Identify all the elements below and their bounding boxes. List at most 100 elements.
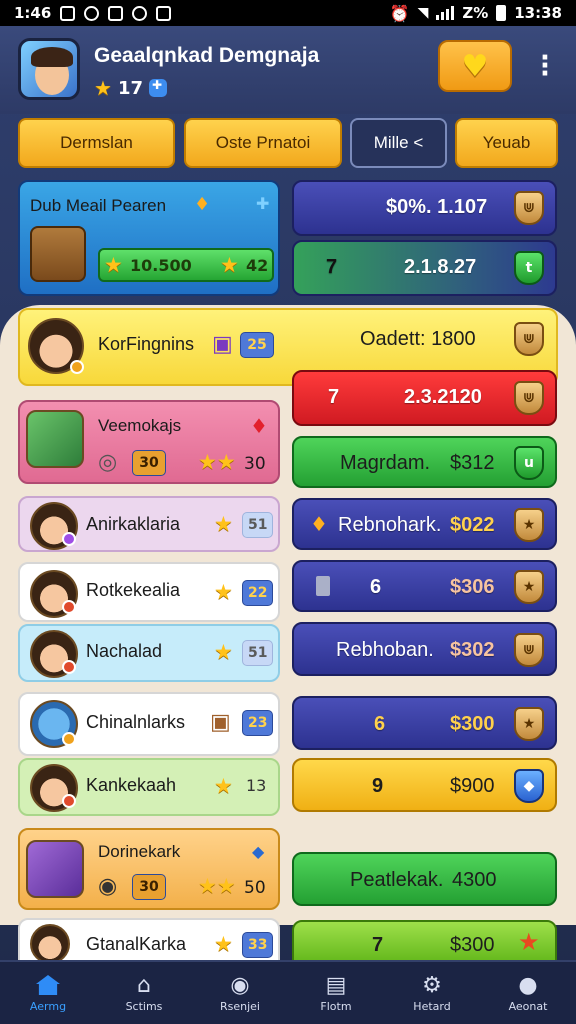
star-icon: ★ (214, 580, 233, 604)
player-card[interactable]: Rotkekealia ★ 22 (18, 562, 280, 622)
nav-hetard[interactable]: ⚙ Hetard (384, 962, 480, 1024)
player-card[interactable]: Anirkaklaria ★ 51 (18, 496, 280, 552)
nav-sctims[interactable]: ⌂ Sctims (96, 962, 192, 1024)
reward-label: Magrdam. (340, 452, 431, 474)
tab-mille[interactable]: Mille < (350, 118, 447, 168)
reward-amount: 2.3.2120 (404, 386, 482, 408)
tab-oste-prnatoi[interactable]: Oste Prnatoi (184, 118, 342, 168)
ruby-icon: ♦ (250, 414, 268, 438)
add-badge-icon[interactable] (149, 78, 167, 97)
glass-icon (316, 576, 330, 596)
level-value: 17 (117, 77, 143, 99)
count-pill: 23 (242, 710, 274, 736)
nav-home[interactable]: Aermg (0, 962, 96, 1024)
reward-prefix: 6 (374, 713, 386, 735)
player-card[interactable]: Kankekaah ★ 13 (18, 758, 280, 816)
nav-flotm[interactable]: ▤ Flotm (288, 962, 384, 1024)
reward-amount: $900 (450, 775, 495, 797)
reward-prefix: 9 (372, 775, 384, 797)
pin-icon: ✚ (256, 194, 270, 213)
blue-gem-icon: ◆ (514, 769, 544, 803)
player-card[interactable]: Dorinekark ◆ ◉ 30 ★★ 50 (18, 828, 280, 910)
image-icon (108, 5, 124, 21)
reward-label: Peatlekak. (350, 869, 444, 891)
star-icon: ★ (214, 932, 233, 956)
reward-amount: $300 (450, 713, 495, 735)
battery-icon (496, 5, 507, 21)
gem-shop-button[interactable]: ♥ (438, 40, 512, 92)
player-name: Nachalad (86, 641, 163, 661)
reward-row[interactable]: 7 $300 ★ (292, 920, 557, 964)
reward-amount: $312 (450, 452, 495, 474)
chest-icon: ▣ (212, 332, 233, 357)
reward-amount: $300 (450, 934, 495, 956)
player-level: ★ 17 (94, 76, 167, 100)
nav-label: Aermg (29, 1000, 67, 1013)
player-card[interactable]: Chinalnlarks ▣ 23 (18, 692, 280, 756)
reward-row[interactable]: $0%. 1.107 ⋓ (292, 180, 557, 236)
reward-prefix: 7 (328, 386, 340, 408)
reward-row[interactable]: Magrdam. $312 u (292, 436, 557, 488)
info-icon[interactable]: ◆ (252, 842, 264, 861)
battery-percent: Z% (462, 4, 489, 22)
count-pill: 22 (242, 580, 274, 606)
bag-icon: ▤ (325, 972, 347, 998)
badge-icon (62, 660, 76, 674)
nav-rsenjei[interactable]: ◉ Rsenjei (192, 962, 288, 1024)
player-card[interactable]: Veemokajs ♦ ◎ 30 ★★ 30 (18, 400, 280, 484)
reward-row-red[interactable]: 7 2.3.2120 ⋓ (292, 370, 557, 426)
player-name: Chinalnlarks (86, 712, 186, 732)
gold-gem-icon: ♦ (310, 512, 328, 536)
shield-green-icon: t (514, 251, 544, 285)
reward-row-gold[interactable]: 9 $900 ◆ (292, 758, 557, 812)
star-icon: ★★ (198, 874, 236, 898)
star-shield-icon: ★ (514, 570, 544, 604)
count-pill: 51 (242, 640, 274, 666)
featured-card[interactable]: Dub Meail Pearen ♦ ✚ ★ 10.500 ★ 42 (18, 180, 280, 296)
tab-dermslan[interactable]: Dermslan (18, 118, 175, 168)
star-icon: ★ (104, 253, 123, 277)
badge-icon (70, 360, 84, 374)
player-card[interactable]: Nachalad ★ 51 (18, 624, 280, 682)
wifi-icon: ◥ (417, 5, 429, 21)
status-clock: 13:38 (514, 4, 562, 22)
reward-row[interactable]: 7 2.1.8.27 t (292, 240, 557, 296)
status-bar: 1:46 ⏰ ◥ Z% 13:38 (0, 0, 576, 26)
player-name: Anirkaklaria (86, 514, 181, 534)
player-card[interactable]: GtanalKarka ★ 33 (18, 918, 280, 964)
player-score: 30 (244, 454, 266, 474)
shield-green-icon: u (514, 446, 544, 480)
star-icon: ★ (214, 640, 233, 664)
reward-amount: 2.1.8.27 (404, 256, 477, 278)
nav-label: Rsenjei (220, 1000, 260, 1013)
reward-row[interactable]: 6 $300 ★ (292, 696, 557, 750)
shield-icon: ⋓ (514, 633, 544, 667)
home-icon (35, 973, 61, 997)
tab-yeuab[interactable]: Yeuab (455, 118, 558, 168)
player-name: Veemokajs (98, 416, 182, 435)
page-title: Geaalqnkad Demgnaja (94, 44, 320, 67)
profile-avatar[interactable] (18, 38, 80, 100)
shield-icon: ⋓ (514, 322, 544, 356)
player-avatar (26, 410, 84, 468)
reward-row[interactable]: 6 $306 ★ (292, 560, 557, 612)
featured-score-bar: ★ 10.500 ★ 42 (98, 248, 274, 282)
reward-row[interactable]: Rebhoban. $302 ⋓ (292, 622, 557, 676)
house-outline-icon: ⌂ (137, 972, 151, 998)
count-pill: 33 (242, 932, 274, 958)
tab-bar: Dermslan Oste Prnatoi Mille < Yeuab (0, 118, 576, 170)
player-avatar (30, 924, 70, 964)
reward-row[interactable]: Peatlekak. 4300 (292, 852, 557, 906)
kebab-menu-icon[interactable]: · · · (540, 45, 550, 87)
count-pill: 30 (132, 450, 166, 476)
reward-amount: $302 (450, 639, 495, 661)
count-value: 13 (246, 776, 267, 795)
featured-stars: 42 (246, 256, 269, 275)
count-pill: 30 (132, 874, 166, 900)
star-shield-icon: ★ (514, 508, 544, 542)
star-icon: ★ (94, 76, 112, 100)
nav-aeonat[interactable]: ● Aeonat (480, 962, 576, 1024)
reward-row[interactable]: ♦ Rebnohark. $022 ★ (292, 498, 557, 550)
player-name: Rotkekealia (86, 580, 181, 600)
count-pill: 51 (242, 512, 274, 538)
